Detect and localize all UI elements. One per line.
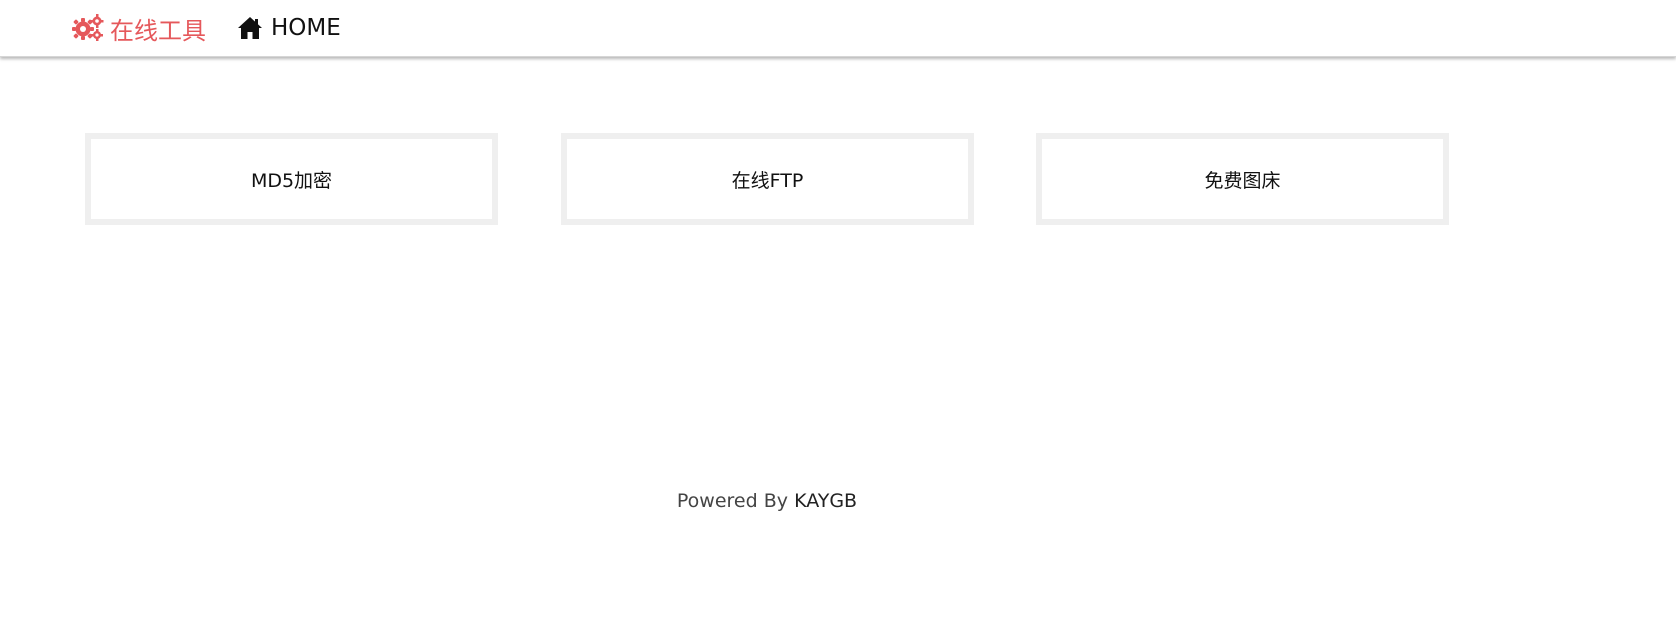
tool-card-ftp[interactable]: 在线FTP [561, 133, 974, 225]
brand-label: 在线工具 [110, 16, 206, 45]
tool-card-label: 在线FTP [731, 169, 804, 192]
tool-card-image-host[interactable]: 免费图床 [1036, 133, 1449, 225]
footer-author: KAYGB [794, 490, 858, 512]
gears-icon [72, 14, 104, 42]
top-navbar: 在线工具 HOME [0, 0, 1676, 57]
tool-card-label: 免费图床 [1204, 169, 1281, 192]
home-icon [237, 16, 263, 40]
tool-card-md5[interactable]: MD5加密 [85, 133, 498, 225]
footer: Powered By KAYGB [0, 490, 1534, 512]
home-link[interactable]: HOME [237, 12, 341, 44]
brand-link[interactable]: 在线工具 [72, 12, 206, 45]
footer-prefix: Powered By [676, 490, 789, 512]
home-label: HOME [271, 15, 341, 41]
tool-card-label: MD5加密 [250, 169, 333, 192]
